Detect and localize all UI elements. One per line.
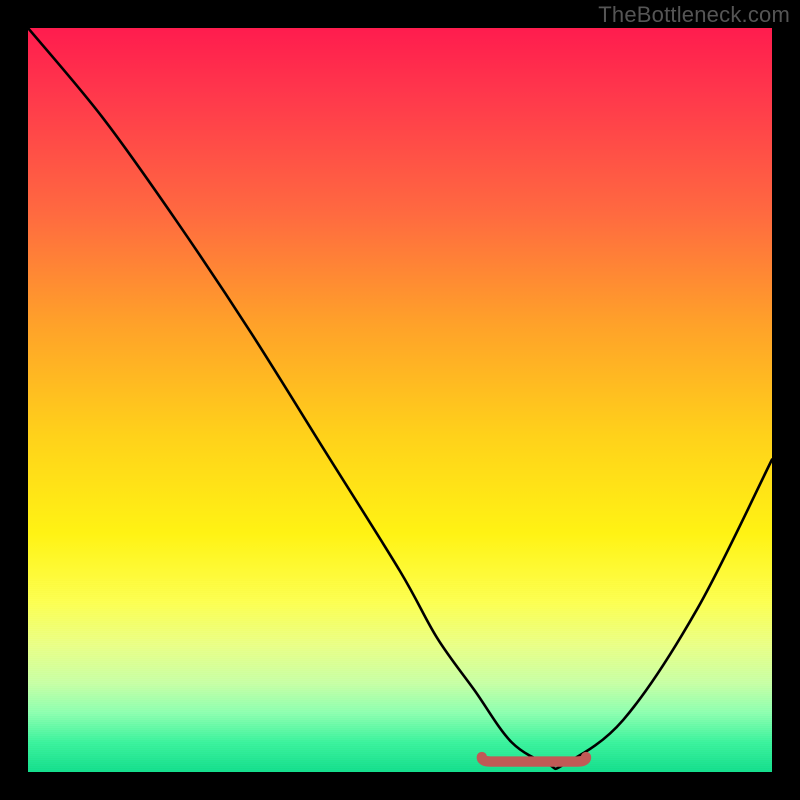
attribution-label: TheBottleneck.com: [598, 2, 790, 28]
curve-layer: [28, 28, 772, 772]
optimal-band-marker: [482, 757, 586, 761]
plot-area: [28, 28, 772, 772]
bottleneck-curve: [28, 28, 772, 769]
chart-frame: TheBottleneck.com: [0, 0, 800, 800]
